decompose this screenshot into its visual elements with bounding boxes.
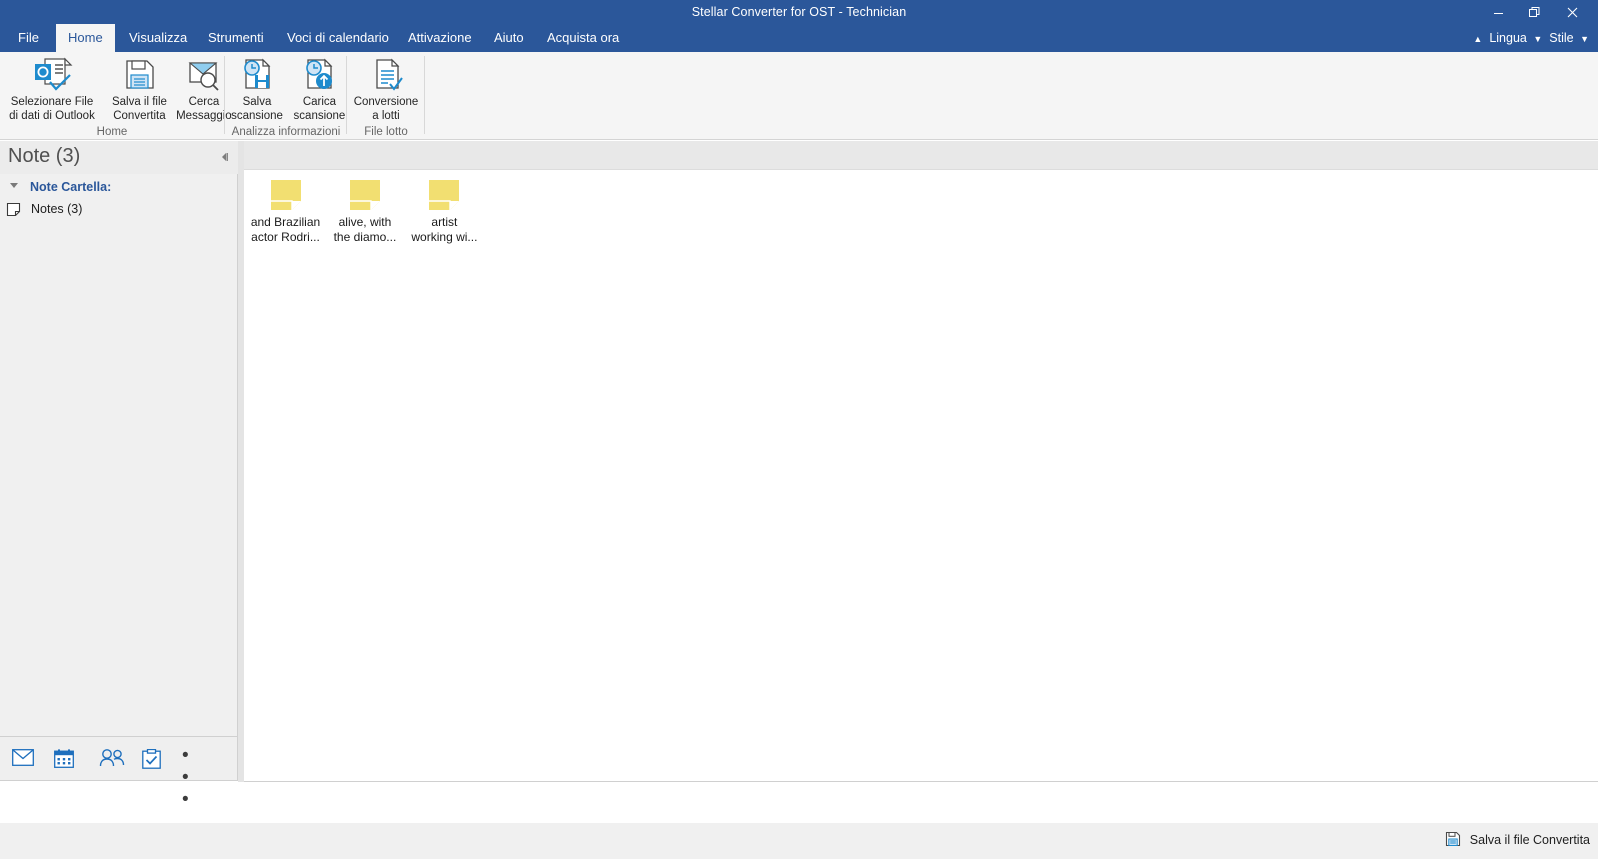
chevron-down-icon-2[interactable]: ▼ <box>1580 25 1589 53</box>
tree-root-note-cartella[interactable]: Note Cartella: <box>0 176 238 198</box>
tree-item-label: Notes (3) <box>31 202 83 216</box>
chevron-down-icon[interactable] <box>10 183 18 188</box>
chevron-up-icon: ▲ <box>1473 33 1483 44</box>
batch-conversion-icon <box>350 56 422 96</box>
close-button[interactable] <box>1554 0 1590 24</box>
minimize-icon <box>1493 13 1503 15</box>
people-icon[interactable] <box>99 749 125 769</box>
sticky-note-icon <box>429 180 460 210</box>
tab-strumenti[interactable]: Strumenti <box>196 24 276 52</box>
ribbon-separator-1 <box>224 56 225 134</box>
note-label: and Brazilian actor Rodri... <box>250 215 321 244</box>
ellipsis-icon[interactable]: • • • <box>182 745 204 810</box>
restore-icon <box>1528 7 1539 18</box>
ribbon-button-conversione-a-lotti[interactable]: Conversione a lotti <box>350 52 422 123</box>
ribbon-separator-3 <box>424 56 425 134</box>
status-bar: Salva il file Convertita <box>0 823 1598 859</box>
lingua-menu[interactable]: Lingua <box>1489 24 1527 52</box>
ribbon-button-label-3: Salva scansione <box>231 96 283 122</box>
ribbon-group-analizza-informazioni: Salva scansione Carica scansione Analizz… <box>228 52 345 140</box>
ribbon-button-selezionare-file-di-dati-di-outlook[interactable]: Selezionare File di dati di Outlook <box>0 52 104 123</box>
chevron-down-icon: ▼ <box>1533 33 1543 44</box>
ribbon-button-carica-scansione[interactable]: Carica scansione <box>290 52 348 123</box>
note-label: artist working wi... <box>411 215 478 244</box>
ribbon: Selezionare File di dati di Outlook Salv… <box>0 52 1598 140</box>
status-action-label: Salva il file Convertita <box>1469 833 1590 847</box>
sticky-note-icon <box>270 180 301 210</box>
folder-tree: Note Cartella: Notes (3) <box>0 176 238 220</box>
restore-button[interactable] <box>1516 0 1552 24</box>
window-title: Stellar Converter for OST - Technician <box>691 5 907 19</box>
note-item[interactable]: artist working wi... <box>408 180 481 245</box>
ribbon-button-label-0: Selezionare File di dati di Outlook <box>9 96 95 122</box>
collapse-left-icon[interactable] <box>218 150 232 164</box>
notes-grid: and Brazilian actor Rodri... alive, with… <box>244 171 1598 781</box>
note-label: alive, with the diamo... <box>333 215 397 244</box>
note-item[interactable]: and Brazilian actor Rodri... <box>249 180 322 245</box>
minimize-button[interactable] <box>1480 0 1516 24</box>
tab-voci-di-calendario[interactable]: Voci di calendario <box>275 24 401 52</box>
ribbon-button-salva-il-file-convertita[interactable]: Salva il file Convertita <box>108 52 170 123</box>
note-page-icon <box>6 202 21 217</box>
sidebar-header: Note (3) <box>0 141 238 174</box>
tab-file[interactable]: File <box>6 24 51 52</box>
main-content: and Brazilian actor Rodri... alive, with… <box>244 141 1598 782</box>
page-title: Note (3) <box>8 145 81 167</box>
ribbon-group-caption-home: Home <box>96 126 128 138</box>
save-scan-icon <box>228 56 286 96</box>
tab-visualizza[interactable]: Visualizza <box>117 24 199 52</box>
content-header-bar <box>244 141 1598 170</box>
tab-acquista-ora[interactable]: Acquista ora <box>535 24 631 52</box>
tab-aiuto[interactable]: Aiuto <box>482 24 536 52</box>
sticky-note-icon <box>349 180 380 210</box>
tab-attivazione[interactable]: Attivazione <box>396 24 484 52</box>
title-bar: Stellar Converter for OST - Technician <box>0 0 1598 24</box>
ribbon-group-caption-file-lotto: File lotto <box>364 126 408 138</box>
close-icon <box>1567 7 1577 18</box>
save-floppy-icon <box>108 56 170 96</box>
ribbon-button-salva-scansione[interactable]: Salva scansione <box>228 52 286 123</box>
ribbon-group-caption-analizza: Analizza informazioni <box>231 126 341 138</box>
ribbon-button-label-4: Carica scansione <box>293 96 346 122</box>
tree-root-label: Note Cartella: <box>30 180 112 194</box>
mail-icon[interactable] <box>12 749 34 769</box>
sidebar: Note (3) Note Cartella: Notes (3) • • • <box>0 141 238 810</box>
outlook-data-file-icon <box>0 56 104 96</box>
ribbon-group-file-lotto: Conversione a lotti File lotto <box>350 52 422 140</box>
tree-item-notes[interactable]: Notes (3) <box>0 198 238 220</box>
stile-menu[interactable]: Stile <box>1549 24 1573 52</box>
tab-home[interactable]: Home <box>56 24 115 52</box>
ribbon-button-label-1: Salva il file Convertita <box>111 96 167 122</box>
calendar-icon[interactable] <box>54 749 76 769</box>
save-floppy-icon <box>1445 831 1461 850</box>
ribbon-right-options: ▲ Lingua ▼ Stile ▼ <box>1470 24 1592 52</box>
sidebar-nav-bar: • • • <box>0 736 237 810</box>
note-item[interactable]: alive, with the diamo... <box>328 180 401 245</box>
tasks-icon[interactable] <box>142 748 164 769</box>
ribbon-button-label-5: Conversione a lotti <box>353 96 419 122</box>
load-scan-icon <box>290 56 348 96</box>
status-save-converted-file-button[interactable]: Salva il file Convertita <box>1445 831 1590 850</box>
ribbon-group-home: Selezionare File di dati di Outlook Salv… <box>0 52 232 140</box>
ribbon-separator-2 <box>346 56 347 134</box>
ribbon-tab-strip: File Home Visualizza Strumenti Voci di c… <box>0 24 1598 52</box>
